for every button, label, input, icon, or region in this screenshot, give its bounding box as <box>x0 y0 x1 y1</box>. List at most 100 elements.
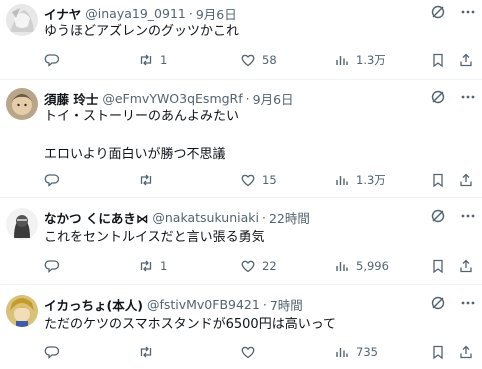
user-handle[interactable]: @eFmvYWO3qEsmgRf <box>102 91 242 106</box>
user-handle[interactable]: @inaya19_0911 <box>85 6 186 21</box>
tweet-text: ゆうほどアズレンのグッツかこれ <box>44 24 240 39</box>
retweet-icon <box>140 54 152 66</box>
retweet-count: 1 <box>160 53 168 67</box>
bookmark-icon <box>433 259 443 274</box>
share-icon <box>460 53 472 67</box>
more-icon[interactable] <box>460 4 476 20</box>
separator-dot: · <box>262 296 267 312</box>
views-button[interactable]: 735 <box>334 344 378 360</box>
reply-button[interactable] <box>44 52 66 68</box>
tweet-header: なかつ くにあき⋈ @nakatsukuniaki · 22時間 <box>44 208 476 226</box>
views-icon <box>336 56 348 65</box>
bookmark-icon <box>433 53 443 68</box>
more-icon[interactable] <box>460 295 476 311</box>
tweet[interactable]: イナヤ @inaya19_0911 · 9月6日 ゆうほどアズレンのグッツかこれ… <box>0 0 482 80</box>
like-count: 58 <box>262 53 277 67</box>
share-icon <box>460 173 472 187</box>
share-button[interactable] <box>458 52 474 68</box>
retweet-count: 1 <box>160 259 168 273</box>
user-handle[interactable]: @fstivMv0FB9421 <box>147 297 260 312</box>
more-icon[interactable] <box>460 208 476 224</box>
views-icon <box>336 176 348 185</box>
bookmark-button[interactable] <box>430 258 446 274</box>
reply-icon <box>44 260 60 273</box>
avatar[interactable] <box>6 4 38 36</box>
reply-icon <box>44 54 60 67</box>
share-icon <box>460 345 472 359</box>
views-icon <box>336 262 348 271</box>
bookmark-button[interactable] <box>430 52 446 68</box>
reply-button[interactable] <box>44 258 66 274</box>
avatar[interactable] <box>6 88 38 120</box>
tweet[interactable]: なかつ くにあき⋈ @nakatsukuniaki · 22時間 これをセントル… <box>0 198 482 285</box>
display-name[interactable]: なかつ くにあき⋈ <box>44 208 148 227</box>
separator-dot: · <box>245 90 250 106</box>
grok-icon[interactable] <box>430 89 446 105</box>
retweet-button[interactable]: 1 <box>138 52 167 68</box>
retweet-button[interactable] <box>138 344 160 360</box>
reply-icon <box>44 174 60 187</box>
tweet-header: イナヤ @inaya19_0911 · 9月6日 <box>44 4 476 22</box>
separator-dot: · <box>188 5 193 21</box>
tweet-header: 須藤 玲士 @eFmvYWO3qEsmgRf · 9月6日 <box>44 89 476 107</box>
tweet[interactable]: イカっちょ(本人) @fstivMv0FB9421 · 7時間 ただのケツのスマ… <box>0 285 482 369</box>
bookmark-button[interactable] <box>430 172 446 188</box>
header-actions <box>430 295 476 311</box>
views-icon <box>336 348 348 357</box>
display-name[interactable]: イカっちょ(本人) <box>44 295 143 314</box>
display-name[interactable]: イナヤ <box>44 4 81 23</box>
like-count: 15 <box>262 173 277 187</box>
share-button[interactable] <box>458 344 474 360</box>
timestamp[interactable]: 9月6日 <box>196 4 237 23</box>
like-button[interactable] <box>240 344 262 360</box>
header-actions <box>430 89 476 105</box>
tweet-header: イカっちょ(本人) @fstivMv0FB9421 · 7時間 <box>44 295 476 313</box>
bookmark-icon <box>433 345 443 360</box>
like-icon <box>241 346 255 359</box>
display-name[interactable]: 須藤 玲士 <box>44 89 98 108</box>
views-count: 1.3万 <box>356 173 386 187</box>
more-icon[interactable] <box>460 89 476 105</box>
tweet[interactable]: 須藤 玲士 @eFmvYWO3qEsmgRf · 9月6日 トイ・ストーリーのあ… <box>0 80 482 198</box>
tweet-actions: 1 58 1.3万 <box>44 51 476 69</box>
like-icon <box>241 174 255 187</box>
grok-icon[interactable] <box>430 4 446 20</box>
timeline-feed: イナヤ @inaya19_0911 · 9月6日 ゆうほどアズレンのグッツかこれ… <box>0 0 482 369</box>
timestamp[interactable]: 22時間 <box>269 208 310 227</box>
avatar[interactable] <box>6 295 38 327</box>
share-button[interactable] <box>458 258 474 274</box>
views-count: 735 <box>356 345 378 359</box>
tweet-text: トイ・ストーリーのあんよみたい エロいより面白いが勝つ不思議 <box>44 109 240 162</box>
grok-icon[interactable] <box>430 295 446 311</box>
views-count: 5,996 <box>356 259 389 273</box>
retweet-button[interactable] <box>138 172 160 188</box>
retweet-icon <box>140 260 152 272</box>
timestamp[interactable]: 9月6日 <box>253 89 294 108</box>
reply-button[interactable] <box>44 344 66 360</box>
share-icon <box>460 259 472 273</box>
like-button[interactable]: 15 <box>240 172 277 188</box>
user-handle[interactable]: @nakatsukuniaki <box>152 210 259 225</box>
like-button[interactable]: 58 <box>240 52 277 68</box>
retweet-icon <box>140 174 152 186</box>
like-button[interactable]: 22 <box>240 258 277 274</box>
bookmark-button[interactable] <box>430 344 446 360</box>
bookmark-icon <box>433 173 443 188</box>
avatar[interactable] <box>6 208 38 240</box>
like-icon <box>241 260 255 273</box>
tweet-text: ただのケツのスマホスタンドが6500円は高いって <box>44 317 337 332</box>
like-icon <box>241 54 255 67</box>
views-button[interactable]: 1.3万 <box>334 52 386 68</box>
reply-button[interactable] <box>44 172 66 188</box>
views-count: 1.3万 <box>356 53 386 67</box>
grok-icon[interactable] <box>430 208 446 224</box>
like-count: 22 <box>262 259 277 273</box>
share-button[interactable] <box>458 172 474 188</box>
views-button[interactable]: 5,996 <box>334 258 389 274</box>
retweet-icon <box>140 346 152 358</box>
views-button[interactable]: 1.3万 <box>334 172 386 188</box>
tweet-actions: 1 22 5,996 <box>44 257 476 275</box>
timestamp[interactable]: 7時間 <box>270 295 303 314</box>
tweet-actions: 735 <box>44 343 476 361</box>
retweet-button[interactable]: 1 <box>138 258 167 274</box>
